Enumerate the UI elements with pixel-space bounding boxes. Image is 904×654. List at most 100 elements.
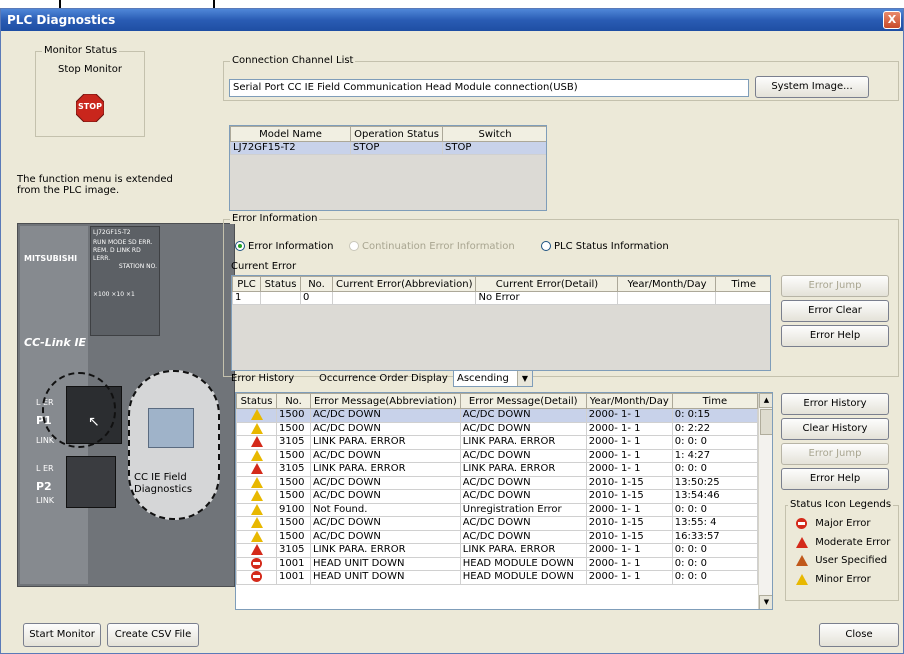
major-error-icon	[796, 518, 807, 529]
p2-label: P2	[36, 480, 52, 493]
history-abbr-header[interactable]: Error Message(Abbreviation)	[310, 393, 461, 409]
mitsubishi-logo: MITSUBISHI	[24, 254, 78, 263]
warning-icon	[250, 517, 263, 528]
radio-error-information[interactable]: Error Information	[235, 241, 333, 252]
history-date-cell: 2000- 1- 1	[585, 421, 673, 436]
history-no-header[interactable]: No.	[276, 393, 311, 409]
history-scrollbar[interactable]: ▲ ▼	[758, 393, 772, 609]
history-status-cell	[236, 408, 277, 423]
legend-user: User Specified	[796, 555, 887, 567]
history-no-cell: 1500	[276, 448, 311, 463]
diagnostics-icon	[148, 408, 194, 448]
scroll-down-icon[interactable]: ▼	[759, 595, 772, 609]
history-status-cell	[236, 516, 277, 531]
monitor-status-group: Monitor Status Stop Monitor STOP	[35, 45, 145, 137]
history-time-cell: 0: 0:15	[671, 408, 759, 423]
current-error-label: Current Error	[231, 261, 297, 272]
plc-header[interactable]: PLC	[232, 276, 261, 292]
radio-plc-status-label: PLC Status Information	[554, 241, 669, 252]
legend-user-label: User Specified	[815, 555, 888, 566]
error-help-button-top[interactable]: Error Help	[781, 325, 889, 347]
close-button[interactable]: Close	[819, 623, 899, 647]
create-csv-button[interactable]: Create CSV File	[107, 623, 199, 647]
history-status-cell	[236, 543, 277, 558]
history-abbr-cell: HEAD UNIT DOWN	[310, 556, 461, 571]
abbr-header[interactable]: Current Error(Abbreviation)	[331, 276, 477, 292]
current-error-row[interactable]: 1 0 No Error	[232, 291, 770, 305]
switch-header[interactable]: Switch	[442, 126, 546, 142]
table-row[interactable]: 3105 LINK PARA. ERROR LINK PARA. ERROR 2000…	[236, 462, 759, 477]
close-window-button[interactable]: X	[883, 11, 901, 29]
scroll-thumb[interactable]	[760, 409, 772, 435]
error-help-button-history[interactable]: Error Help	[781, 468, 889, 490]
history-status-cell	[236, 570, 277, 585]
history-status-header[interactable]: Status	[236, 393, 277, 409]
history-no-cell: 1500	[276, 475, 311, 490]
table-row[interactable]: 1500 AC/DC DOWN AC/DC DOWN 2010- 1-15 13:54:…	[236, 489, 759, 504]
connection-channel-field[interactable]: Serial Port CC IE Field Communication He…	[229, 79, 749, 97]
history-time-cell: 0: 0: 0	[671, 462, 759, 477]
history-abbr-cell: HEAD UNIT DOWN	[310, 570, 461, 585]
table-row[interactable]: 1500 AC/DC DOWN AC/DC DOWN 2000- 1- 1 0: 2:2…	[236, 421, 759, 436]
radio-continuation-label: Continuation Error Information	[362, 241, 515, 252]
history-date-cell: 2010- 1-15	[585, 475, 673, 490]
table-row[interactable]: 1001 HEAD UNIT DOWN HEAD MODULE DOWN 2000- …	[236, 556, 759, 571]
cc-ie-field-diagnostics-menu[interactable]: CC IE Field Diagnostics	[128, 370, 220, 520]
error-jump-button-history[interactable]: Error Jump	[781, 443, 889, 465]
scroll-up-icon[interactable]: ▲	[759, 393, 772, 408]
history-status-cell	[236, 475, 277, 490]
detail-header[interactable]: Current Error(Detail)	[475, 276, 619, 292]
current-error-detail: No Error	[475, 291, 619, 305]
table-row[interactable]: 1500 AC/DC DOWN AC/DC DOWN 2000- 1- 1 1: 4:2…	[236, 448, 759, 463]
history-time-header[interactable]: Time	[671, 393, 759, 409]
warning-icon	[250, 449, 263, 461]
table-row[interactable]: 1500 AC/DC DOWN AC/DC DOWN 2000- 1- 1 0: 0:1…	[236, 408, 759, 423]
error-clear-button[interactable]: Error Clear	[781, 300, 889, 322]
history-date-header[interactable]: Year/Month/Day	[585, 393, 673, 409]
history-status-cell	[236, 529, 277, 544]
system-image-button[interactable]: System Image...	[755, 76, 869, 98]
table-row[interactable]: 3105 LINK PARA. ERROR LINK PARA. ERROR 2000…	[236, 435, 759, 450]
time-header[interactable]: Time	[715, 276, 770, 292]
cclink-logo: CC-Link IE	[24, 336, 87, 349]
history-status-cell	[236, 556, 277, 571]
history-date-cell: 2010- 1-15	[585, 516, 673, 531]
warning-icon	[250, 422, 263, 434]
monitor-status-text: Stop Monitor	[58, 64, 122, 75]
operation-status-header[interactable]: Operation Status	[350, 126, 443, 142]
warning-icon	[250, 530, 263, 542]
table-row[interactable]: 1500 AC/DC DOWN AC/DC DOWN 2010- 1-15 13:50:…	[236, 475, 759, 490]
radio-plc-status[interactable]: PLC Status Information	[541, 241, 669, 252]
start-monitor-button[interactable]: Start Monitor	[23, 623, 101, 647]
model-table-row[interactable]: LJ72GF15-T2 STOP STOP	[230, 141, 546, 155]
occurrence-order-select[interactable]: Ascending ▼	[453, 370, 533, 387]
chevron-down-icon: ▼	[517, 371, 532, 386]
history-detail-header[interactable]: Error Message(Detail)	[459, 393, 587, 409]
model-name-header[interactable]: Model Name	[230, 126, 351, 142]
radio-error-information-label: Error Information	[248, 241, 334, 252]
table-row[interactable]: 1500 AC/DC DOWN AC/DC DOWN 2010- 1-15 16:33:…	[236, 529, 759, 544]
table-row[interactable]: 3105 LINK PARA. ERROR LINK PARA. ERROR 2000…	[236, 543, 759, 558]
current-error-no: 0	[300, 291, 333, 305]
history-status-cell	[236, 448, 277, 463]
moderate-error-icon	[796, 537, 808, 548]
no-header[interactable]: No.	[300, 276, 333, 292]
error-history-button[interactable]: Error History	[781, 393, 889, 415]
p2-jack	[66, 456, 116, 508]
status-header[interactable]: Status	[260, 276, 301, 292]
history-time-cell: 1: 4:27	[671, 448, 759, 463]
table-row[interactable]: 1001 HEAD UNIT DOWN HEAD MODULE DOWN 2000- …	[236, 570, 759, 585]
plc-image[interactable]: MITSUBISHI LJ72GF15-T2 RUN MODE SD ERR. …	[17, 223, 235, 587]
occurrence-order-value: Ascending	[457, 373, 509, 384]
station-no-label: STATION NO.	[118, 263, 157, 270]
p1-link-label: LINK	[36, 436, 55, 445]
radio-plc-status-dot	[541, 241, 551, 251]
history-no-cell: 1500	[276, 408, 311, 423]
status-icon-legends: Status Icon Legends Major Error Moderate…	[785, 499, 899, 601]
clear-history-button[interactable]: Clear History	[781, 418, 889, 440]
radio-continuation-error[interactable]: Continuation Error Information	[349, 241, 515, 252]
date-header[interactable]: Year/Month/Day	[617, 276, 717, 292]
error-jump-button-top[interactable]: Error Jump	[781, 275, 889, 297]
table-row[interactable]: 9100 Not Found. Unregistration Error 2000- …	[236, 502, 759, 517]
table-row[interactable]: 1500 AC/DC DOWN AC/DC DOWN 2010- 1-15 13:55:…	[236, 516, 759, 531]
